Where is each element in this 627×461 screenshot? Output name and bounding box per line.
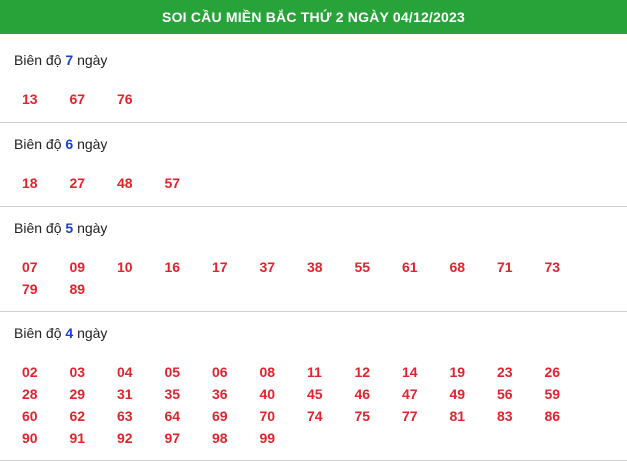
title-count: 4 xyxy=(65,325,74,341)
number-item: 37 xyxy=(259,259,276,275)
number-list: 13 67 76 xyxy=(0,91,627,107)
number-item: 49 xyxy=(449,386,466,402)
number-item: 31 xyxy=(117,386,133,402)
number-item: 75 xyxy=(354,408,371,424)
number-item: 08 xyxy=(259,364,276,380)
number-item: 45 xyxy=(307,386,323,402)
number-item: 13 xyxy=(22,91,38,107)
number-item: 47 xyxy=(402,386,418,402)
number-item: 29 xyxy=(69,386,86,402)
number-item: 02 xyxy=(22,364,38,380)
number-list: 07 09 10 16 17 37 38 55 61 68 71 73 79 89 xyxy=(0,259,627,297)
number-item: 18 xyxy=(22,175,38,191)
number-list: 02 03 04 05 06 08 11 12 14 19 23 26 28 29 31 35 36 40 45 46… xyxy=(0,364,627,446)
number-item: 89 xyxy=(69,281,86,297)
number-item: 48 xyxy=(117,175,133,191)
title-suffix: ngày xyxy=(77,136,108,152)
title-count: 6 xyxy=(65,136,74,152)
page-header: SOI CẦU MIỀN BẮC THỨ 2 NGÀY 04/12/2023 xyxy=(0,0,627,34)
number-item: 04 xyxy=(117,364,133,380)
title-suffix: ngày xyxy=(77,220,108,236)
section-title: Biên độ 4 ngày xyxy=(0,312,627,341)
title-suffix: ngày xyxy=(77,52,108,68)
number-item: 92 xyxy=(117,430,133,446)
number-item: 59 xyxy=(544,386,561,402)
number-item: 97 xyxy=(164,430,181,446)
number-item: 61 xyxy=(402,259,418,275)
title-prefix: Biên độ xyxy=(14,220,62,236)
number-item: 67 xyxy=(69,91,86,107)
number-item: 91 xyxy=(69,430,86,446)
section-title: Biên độ 6 ngày xyxy=(0,123,627,152)
number-item: 76 xyxy=(117,91,133,107)
number-item: 06 xyxy=(212,364,228,380)
section-bien-do-5: Biên độ 5 ngày 07 09 10 16 17 37 38 55 61 68 71 73 7… xyxy=(0,207,627,312)
title-prefix: Biên độ xyxy=(14,52,62,68)
number-item: 16 xyxy=(164,259,181,275)
number-list: 18 27 48 57 xyxy=(0,175,627,191)
number-item: 38 xyxy=(307,259,323,275)
number-item: 07 xyxy=(22,259,38,275)
number-item: 81 xyxy=(449,408,466,424)
title-suffix: ngày xyxy=(77,325,108,341)
title-prefix: Biên độ xyxy=(14,136,62,152)
number-item: 86 xyxy=(544,408,561,424)
number-item: 40 xyxy=(259,386,276,402)
number-item: 98 xyxy=(212,430,228,446)
title-prefix: Biên độ xyxy=(14,325,62,341)
section-bien-do-6: Biên độ 6 ngày 18 27 48 57 xyxy=(0,123,627,207)
number-item: 05 xyxy=(164,364,181,380)
number-item: 28 xyxy=(22,386,38,402)
number-item: 46 xyxy=(354,386,371,402)
number-item: 68 xyxy=(449,259,466,275)
title-count: 7 xyxy=(65,52,74,68)
number-item: 83 xyxy=(497,408,513,424)
number-item: 62 xyxy=(69,408,86,424)
number-item: 19 xyxy=(449,364,466,380)
number-item: 09 xyxy=(69,259,86,275)
number-item: 70 xyxy=(259,408,276,424)
section-title: Biên độ 5 ngày xyxy=(0,207,627,236)
number-item: 35 xyxy=(164,386,181,402)
number-item: 64 xyxy=(164,408,181,424)
page-title: SOI CẦU MIỀN BẮC THỨ 2 NGÀY 04/12/2023 xyxy=(162,9,465,25)
number-item: 03 xyxy=(69,364,86,380)
number-item: 12 xyxy=(354,364,371,380)
number-item: 56 xyxy=(497,386,513,402)
title-count: 5 xyxy=(65,220,74,236)
number-item: 99 xyxy=(259,430,276,446)
number-item: 17 xyxy=(212,259,228,275)
number-item: 73 xyxy=(544,259,561,275)
section-title: Biên độ 7 ngày xyxy=(0,34,627,68)
number-item: 79 xyxy=(22,281,38,297)
number-item: 57 xyxy=(164,175,181,191)
number-item: 23 xyxy=(497,364,513,380)
number-item: 14 xyxy=(402,364,418,380)
number-item: 71 xyxy=(497,259,513,275)
section-bien-do-7: Biên độ 7 ngày 13 67 76 xyxy=(0,34,627,123)
number-item: 27 xyxy=(69,175,86,191)
number-item: 60 xyxy=(22,408,38,424)
number-item: 63 xyxy=(117,408,133,424)
number-item: 77 xyxy=(402,408,418,424)
number-item: 55 xyxy=(354,259,371,275)
number-item: 36 xyxy=(212,386,228,402)
number-item: 74 xyxy=(307,408,323,424)
number-item: 69 xyxy=(212,408,228,424)
section-bien-do-4: Biên độ 4 ngày 02 03 04 05 06 08 11 12 14 19 23 26 2… xyxy=(0,312,627,461)
number-item: 90 xyxy=(22,430,38,446)
number-item: 26 xyxy=(544,364,561,380)
number-item: 11 xyxy=(307,364,322,380)
number-item: 10 xyxy=(117,259,133,275)
